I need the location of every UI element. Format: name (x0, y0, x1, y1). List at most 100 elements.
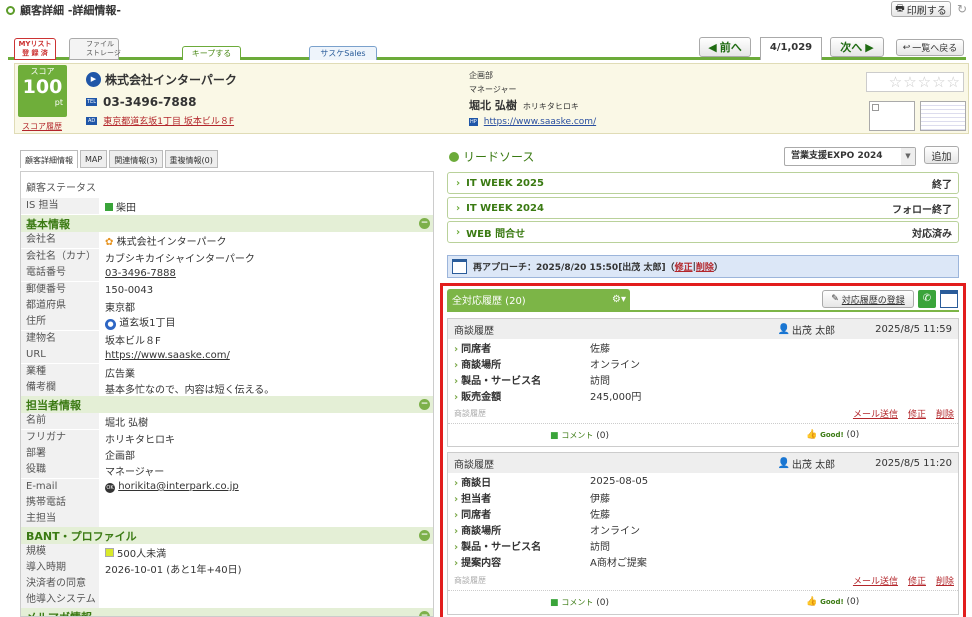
detail-tabs: 顧客詳細情報 MAP 関連情報(3) 重複情報(0) (20, 150, 218, 168)
history-row: 同席者佐藤 (448, 339, 952, 355)
chevron-right-icon: › (456, 202, 461, 214)
contact-name-row: 堀北 弘樹 ホリキタヒロキ (469, 97, 579, 113)
card-thumbnail[interactable] (920, 101, 966, 131)
field-row: 会社名（カナ） カブシキカイシャインターパーク (21, 249, 433, 265)
tab-duplicates[interactable]: 重複情報(0) (164, 150, 218, 168)
lead-item[interactable]: › WEB 問合せ 対応済み (447, 221, 959, 243)
chevron-down-icon: ▼ (901, 148, 915, 165)
record-counter: 4/1,029 (760, 37, 822, 60)
send-mail-link[interactable]: メール送信 (853, 574, 898, 587)
history-tabbar (447, 310, 959, 312)
url-link[interactable]: https://www.saaske.com/ (105, 350, 230, 361)
contact-name: 堀北 弘樹 (469, 99, 517, 112)
next-button[interactable]: 次へ ▶ (830, 37, 884, 57)
play-icon[interactable]: ▶ (86, 72, 101, 87)
field-row: E-mail OK horikita@interpark.co.jp (21, 479, 433, 495)
history-row: 製品・サービス名訪問 (448, 537, 952, 553)
address-row: AD 東京都道玄坂1丁目 坂本ビル８F (86, 114, 234, 127)
keep-button[interactable]: キープする (182, 46, 241, 60)
back-to-list-button[interactable]: ↩ 一覧へ戻る (896, 39, 964, 56)
file-storage-button[interactable]: ファイル ストレージ (69, 38, 121, 60)
edit-link[interactable]: 修正 (908, 574, 926, 587)
lead-item[interactable]: › IT WEEK 2025 終了 (447, 172, 959, 194)
field-row: 業種 広告業 (21, 364, 433, 380)
map-pin-icon[interactable]: ● (105, 319, 116, 330)
history-card: 商談履歴 👤 出茂 太郎 2025/8/5 11:20 商談日2025-08-0… (447, 452, 959, 615)
collapse-icon[interactable]: − (419, 399, 430, 410)
prev-button[interactable]: ◀ 前へ (699, 37, 751, 57)
return-icon: ↩ (902, 42, 911, 53)
contact-position: マネージャー (469, 85, 517, 94)
hp-link[interactable]: https://www.saaske.com/ (484, 117, 596, 127)
tel-value[interactable]: 03-3496-7888 (103, 95, 196, 109)
history-card: 商談履歴 👤 出茂 太郎 2025/8/5 11:59 同席者佐藤 商談場所オン… (447, 318, 959, 447)
section-contact[interactable]: 担当者情報 − (21, 396, 433, 413)
field-row: 備考欄 基本多忙なので、内容は短く伝える。 (21, 380, 433, 396)
gear-icon[interactable]: ⚙▾ (612, 294, 626, 305)
history-tab[interactable]: 全対応履歴 (20) ⚙▾ (447, 289, 630, 310)
tab-map[interactable]: MAP (80, 150, 108, 168)
tab-detail[interactable]: 顧客詳細情報 (20, 150, 78, 168)
card-header: 商談履歴 👤 出茂 太郎 2025/8/5 11:59 (448, 319, 958, 339)
print-button[interactable]: 🖶 印刷する (891, 1, 951, 17)
lead-source-header: リードソース (449, 148, 534, 165)
image-thumbnail[interactable] (869, 101, 915, 131)
field-row: 都道府県 東京都 (21, 298, 433, 314)
delete-link[interactable]: 削除 (936, 407, 954, 420)
lead-icon (449, 151, 459, 162)
refresh-icon[interactable]: ↻ (957, 2, 967, 16)
company-name: 株式会社インターパーク (105, 73, 237, 87)
tab-related[interactable]: 関連情報(3) (109, 150, 163, 168)
address-icon: AD (86, 116, 98, 125)
field-row: 役職 マネージャー (21, 462, 433, 478)
comment-icon: ■ (550, 598, 559, 608)
comment-button[interactable]: ■ コメント (0) (550, 430, 609, 441)
delete-link[interactable]: 削除 (936, 574, 954, 587)
add-lead-button[interactable]: 追加 (924, 146, 959, 164)
section-mail[interactable]: メルマガ情報 − (21, 608, 433, 616)
comment-icon: ■ (550, 431, 559, 441)
history-row: 商談場所オンライン (448, 355, 952, 371)
good-button[interactable]: 👍 Good! (0) (806, 430, 859, 440)
status-square-icon (105, 202, 113, 211)
page-header: 顧客詳細 -詳細情報- (0, 0, 972, 20)
mylist-button[interactable]: MYリスト 登 録 済 (14, 38, 56, 60)
score-badge: スコア 100 pt (18, 65, 67, 117)
collapse-icon[interactable]: − (419, 218, 430, 229)
is-row: IS 担当 柴田 (21, 198, 433, 214)
section-bant[interactable]: BANT・プロファイル − (21, 527, 433, 544)
company-row: ▶ 株式会社インターパーク (86, 71, 237, 88)
address-link[interactable]: 東京都道玄坂1丁目 坂本ビル８F (103, 114, 234, 127)
calendar-icon[interactable] (940, 290, 958, 308)
send-mail-link[interactable]: メール送信 (853, 407, 898, 420)
section-basic[interactable]: 基本情報 − (21, 215, 433, 232)
field-row: 規模 500人未満 (21, 544, 433, 560)
tel-row: TEL 03-3496-7888 (86, 95, 196, 109)
field-row: フリガナ ホリキタヒロキ (21, 430, 433, 446)
score-history-link[interactable]: スコア履歴 (22, 121, 62, 132)
lead-source-title: リードソース (463, 150, 535, 164)
field-row: 名前 堀北 弘樹 (21, 413, 433, 429)
good-button[interactable]: 👍 Good! (0) (806, 597, 859, 607)
field-row: 主担当 (21, 511, 433, 527)
reapproach-delete-link[interactable]: 削除 (696, 260, 714, 273)
user-icon: 👤 (777, 457, 790, 469)
arrow-left-icon: ◀ (708, 40, 717, 54)
lead-source-select[interactable]: 営業支援EXPO 2024 ▼ (784, 147, 916, 166)
collapse-icon[interactable]: − (419, 611, 430, 616)
lead-item[interactable]: › IT WEEK 2024 フォロー終了 (447, 197, 959, 219)
comment-button[interactable]: ■ コメント (0) (550, 597, 609, 608)
email-link[interactable]: horikita@interpark.co.jp (118, 481, 239, 492)
card-footer: ■ コメント (0) 👍 Good! (0) (448, 590, 958, 612)
card-actions: 商談履歴 メール送信 修正 削除 (454, 574, 954, 587)
phone-link[interactable]: 03-3496-7888 (105, 268, 176, 279)
collapse-icon[interactable]: − (419, 530, 430, 541)
chevron-right-icon: › (456, 226, 461, 238)
star-rating[interactable]: ☆☆☆☆☆ (866, 72, 964, 92)
reapproach-edit-link[interactable]: 修正 (675, 260, 693, 273)
contact-dept: 企画部 (469, 71, 493, 80)
edit-link[interactable]: 修正 (908, 407, 926, 420)
register-history-button[interactable]: ✎ 対応履歴の登録 (822, 290, 914, 308)
phone-icon[interactable]: ✆ (918, 290, 936, 308)
saaske-sales-button[interactable]: サスケSales (309, 46, 377, 60)
